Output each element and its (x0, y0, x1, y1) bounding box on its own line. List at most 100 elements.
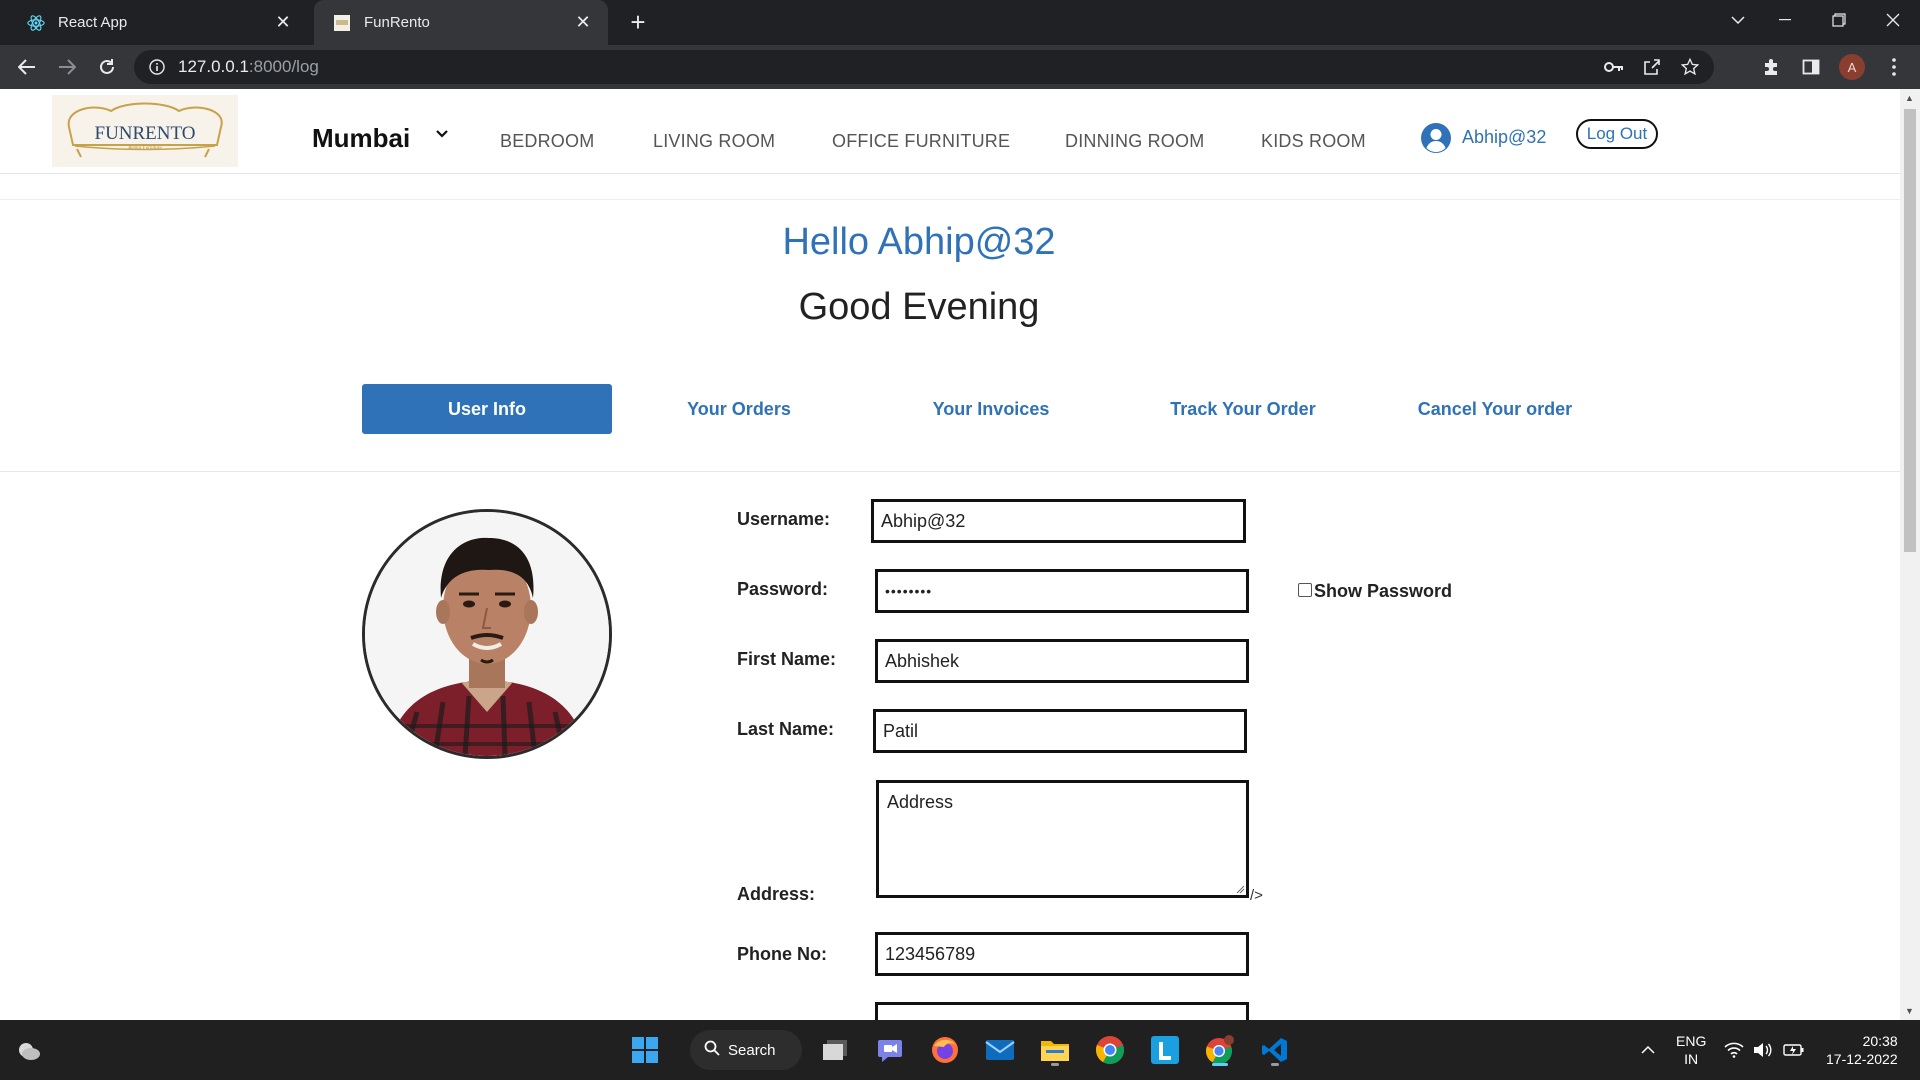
chrome-icon[interactable] (1090, 1030, 1130, 1070)
site-header: FUNRENTO Rental Furniture Mumbai BEDROOM… (0, 89, 1900, 174)
firefox-icon[interactable] (925, 1030, 965, 1070)
user-account-icon[interactable] (1420, 122, 1452, 154)
kebab-menu-icon[interactable] (1878, 51, 1910, 83)
system-clock[interactable]: 20:38 17-12-2022 (1826, 1032, 1898, 1068)
nav-link-living-room[interactable]: LIVING ROOM (653, 131, 775, 152)
weather-widget-icon[interactable] (8, 1030, 48, 1070)
tab-your-orders[interactable]: Your Orders (614, 384, 864, 434)
chrome-profile-icon[interactable] (1200, 1030, 1240, 1070)
window-controls (1718, 0, 1920, 40)
scroll-up-icon[interactable]: ▲ (1905, 93, 1914, 103)
username-field[interactable]: Abhip@32 (871, 499, 1246, 543)
clock-date: 17-12-2022 (1826, 1051, 1898, 1067)
back-arrow-icon[interactable] (11, 51, 43, 83)
browser-tab-bar: React App ✕ FunRento ✕ + (0, 0, 1920, 45)
start-windows-icon[interactable] (625, 1030, 665, 1070)
close-window-button[interactable] (1866, 0, 1920, 40)
tab-track-your-order[interactable]: Track Your Order (1118, 384, 1368, 434)
profile-avatar[interactable]: A (1839, 54, 1865, 80)
share-icon[interactable] (1640, 55, 1664, 79)
star-icon[interactable] (1678, 55, 1702, 79)
close-icon[interactable]: ✕ (270, 10, 296, 36)
header-username[interactable]: Abhip@32 (1462, 127, 1546, 148)
new-tab-button[interactable]: + (622, 7, 654, 39)
info-icon[interactable] (148, 58, 166, 76)
city-selector[interactable]: Mumbai (312, 123, 410, 154)
running-indicator (1271, 1063, 1279, 1066)
browser-tab-funrento[interactable]: FunRento ✕ (314, 0, 608, 45)
key-icon[interactable] (1602, 55, 1626, 79)
vscode-icon[interactable] (1255, 1030, 1295, 1070)
stray-markup-text: /> (1250, 887, 1263, 904)
minimize-button[interactable] (1758, 0, 1812, 40)
forward-arrow-icon[interactable] (51, 51, 83, 83)
chevron-down-icon[interactable] (436, 125, 448, 141)
language-code: ENG (1676, 1033, 1707, 1049)
chevron-down-icon[interactable] (1718, 0, 1758, 40)
taskbar-search[interactable]: Search (690, 1030, 802, 1070)
divider (0, 199, 1900, 200)
react-icon (26, 13, 46, 33)
resize-grip-icon[interactable] (1235, 884, 1245, 894)
wifi-icon[interactable] (1718, 1030, 1750, 1070)
email-field[interactable] (875, 1002, 1249, 1020)
first-name-label: First Name: (737, 649, 837, 669)
last-name-field[interactable]: Patil (873, 709, 1247, 753)
scroll-down-icon[interactable]: ▼ (1905, 1006, 1914, 1016)
username-label: Username: (737, 509, 831, 529)
hello-heading: Hello Abhip@32 (782, 221, 1056, 263)
running-indicator (1212, 1063, 1228, 1066)
browser-tab-react-app[interactable]: React App ✕ (8, 0, 308, 45)
logout-button[interactable]: Log Out (1576, 119, 1658, 149)
clock-time: 20:38 (1862, 1033, 1898, 1049)
scrollbar-thumb[interactable] (1904, 109, 1916, 552)
restore-button[interactable] (1812, 0, 1866, 40)
phone-field[interactable]: 123456789 (875, 932, 1249, 976)
chevron-up-icon[interactable] (1628, 1030, 1668, 1070)
launcher-l-icon[interactable] (1145, 1030, 1185, 1070)
funrento-logo[interactable]: FUNRENTO Rental Furniture (52, 95, 238, 167)
last-name-label: Last Name: (737, 719, 835, 739)
battery-icon[interactable] (1778, 1030, 1810, 1070)
first-name-field[interactable]: Abhishek (875, 639, 1249, 683)
nav-link-bedroom[interactable]: BEDROOM (500, 131, 594, 152)
page-viewport: FUNRENTO Rental Furniture Mumbai BEDROOM… (0, 89, 1900, 1020)
teams-chat-icon[interactable] (870, 1030, 910, 1070)
show-password-checkbox[interactable] (1298, 582, 1312, 597)
file-explorer-icon[interactable] (1035, 1030, 1075, 1070)
mail-icon[interactable] (980, 1030, 1020, 1070)
password-field[interactable]: •••••••• (875, 569, 1249, 613)
region-code: IN (1684, 1051, 1699, 1067)
volume-icon[interactable] (1748, 1030, 1776, 1070)
logo-tagline: Rental Furniture (127, 146, 162, 151)
address-label: Address: (737, 884, 816, 904)
show-password-label: Show Password (1314, 581, 1453, 601)
tab-user-info[interactable]: User Info (362, 384, 612, 434)
time-greeting: Good Evening (798, 286, 1040, 328)
nav-link-office-furniture[interactable]: OFFICE FURNITURE (832, 131, 1010, 152)
logo-wordmark: FUNRENTO (95, 123, 196, 144)
windows-taskbar: Search ENG IN 20:38 17-12-2022 (0, 1020, 1920, 1080)
site-favicon-icon (332, 13, 352, 33)
omnibox-actions (1602, 55, 1702, 79)
nav-link-dinning-room[interactable]: DINNING ROOM (1065, 131, 1204, 152)
running-indicator (1051, 1063, 1059, 1066)
extensions-puzzle-icon[interactable] (1755, 51, 1787, 83)
reload-icon[interactable] (91, 51, 123, 83)
url-host: 127.0.0.1 (178, 57, 249, 76)
tab-cancel-your-order[interactable]: Cancel Your order (1370, 384, 1620, 434)
address-bar[interactable]: 127.0.0.1:8000/log (134, 50, 1714, 84)
task-view-icon[interactable] (815, 1030, 855, 1070)
tab-your-invoices[interactable]: Your Invoices (866, 384, 1116, 434)
tab-title: React App (58, 14, 128, 31)
divider (0, 471, 1900, 472)
close-icon[interactable]: ✕ (570, 10, 596, 36)
nav-link-kids-room[interactable]: KIDS ROOM (1261, 131, 1366, 152)
side-panel-icon[interactable] (1795, 51, 1827, 83)
address-textarea[interactable]: Address (876, 780, 1249, 898)
phone-label: Phone No: (737, 944, 827, 964)
url-path: :8000/log (248, 57, 319, 76)
language-indicator[interactable]: ENG IN (1676, 1032, 1706, 1068)
page-scrollbar[interactable]: ▲ ▼ (1900, 89, 1920, 1020)
show-password-toggle[interactable]: Show Password (1298, 581, 1452, 602)
